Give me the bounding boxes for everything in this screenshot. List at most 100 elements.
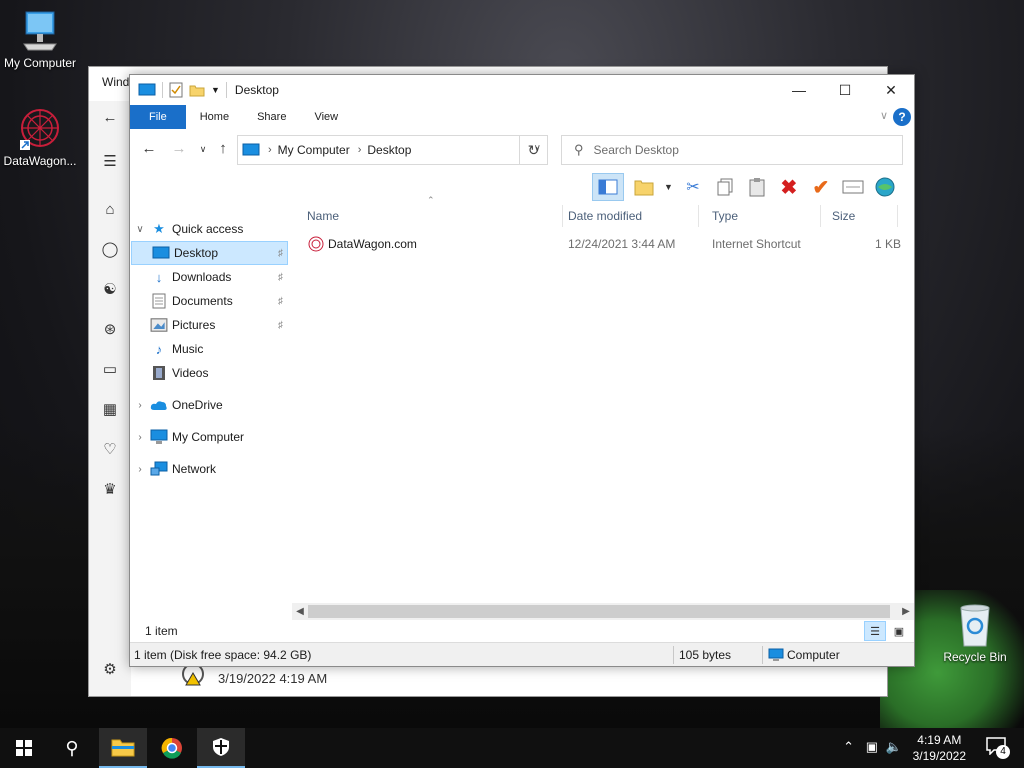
close-button[interactable]: ✕	[868, 75, 914, 105]
nav-quick-access[interactable]: ∨ ★ Quick access	[130, 217, 287, 241]
network-globe-button[interactable]	[873, 175, 897, 199]
address-bar[interactable]: › My Computer › Desktop ∨	[237, 135, 548, 165]
table-row[interactable]: DataWagon.com 12/24/2021 3:44 AM Interne…	[295, 233, 905, 255]
expand-chevron-icon[interactable]: ›	[130, 400, 150, 411]
shield-icon[interactable]: ◯	[101, 241, 119, 259]
up-button[interactable]: ↑	[214, 140, 232, 158]
app-browser-icon[interactable]: ▭	[101, 361, 119, 379]
column-header-type[interactable]: Type	[700, 205, 821, 227]
tab-file[interactable]: File	[130, 105, 186, 129]
desktop-icon-datawagon[interactable]: DataWagon...	[0, 106, 80, 168]
pin-icon[interactable]: ♯	[278, 248, 283, 259]
expand-ribbon-chevron-icon[interactable]: ∨	[880, 109, 888, 122]
tab-share[interactable]: Share	[243, 105, 300, 129]
collapse-chevron-icon[interactable]: ∨	[130, 224, 150, 235]
file-date-modified: 12/24/2021 3:44 AM	[568, 237, 676, 251]
home-icon[interactable]: ⌂	[101, 201, 119, 219]
volume-icon[interactable]: 🔈	[886, 739, 902, 755]
expand-chevron-icon[interactable]: ›	[130, 432, 150, 443]
column-header-date-modified[interactable]: Date modified	[556, 205, 699, 227]
new-folder-icon[interactable]	[189, 83, 205, 97]
breadcrumb-my-computer[interactable]: My Computer	[278, 143, 350, 157]
maximize-button[interactable]: ☐	[822, 75, 868, 105]
nav-pictures[interactable]: Pictures ♯	[130, 313, 287, 337]
breadcrumb-desktop[interactable]: Desktop	[367, 143, 411, 157]
tab-home[interactable]: Home	[186, 105, 243, 129]
nav-onedrive[interactable]: › OneDrive	[130, 393, 287, 417]
rename-button[interactable]: ✔	[809, 175, 833, 199]
scroll-right-icon[interactable]: ▶	[898, 603, 914, 620]
action-center-button[interactable]: 4	[986, 737, 1010, 759]
delete-button[interactable]: ✖	[777, 175, 801, 199]
paste-button[interactable]	[745, 175, 769, 199]
forward-button[interactable]: →	[170, 140, 188, 158]
family-icon[interactable]: ♛	[101, 481, 119, 499]
back-button[interactable]: ←	[140, 140, 158, 158]
pin-icon[interactable]: ♯	[278, 272, 283, 283]
file-explorer-window[interactable]: ▼ Desktop — ☐ ✕ File Home Share View ∨ ?…	[129, 74, 915, 667]
title-bar[interactable]: ▼ Desktop — ☐ ✕	[130, 75, 914, 105]
film-icon	[153, 366, 165, 380]
pin-icon[interactable]: ♯	[278, 320, 283, 331]
properties-icon[interactable]	[169, 82, 183, 98]
search-box[interactable]: ⚲ Search Desktop	[561, 135, 903, 165]
hamburger-menu-icon[interactable]: ☰	[101, 153, 119, 171]
breadcrumb-separator-icon[interactable]: ›	[358, 144, 362, 156]
nav-videos[interactable]: Videos	[130, 361, 287, 385]
horizontal-scrollbar[interactable]: ◀ ▶	[292, 603, 914, 620]
breadcrumb-separator-icon[interactable]: ›	[268, 144, 272, 156]
file-name: DataWagon.com	[328, 237, 417, 251]
cut-button[interactable]: ✂	[681, 175, 705, 199]
recent-locations-chevron-icon[interactable]: ∨	[194, 140, 212, 158]
tab-view[interactable]: View	[300, 105, 352, 129]
show-hidden-icons-chevron-icon[interactable]: ⌃	[843, 739, 854, 755]
preview-pane-button[interactable]	[592, 173, 624, 201]
search-icon: ⚲	[65, 737, 79, 758]
refresh-button[interactable]: ↻	[519, 135, 548, 165]
preview-pane-icon	[598, 179, 618, 195]
taskbar-windows-security[interactable]	[197, 728, 245, 768]
nav-my-computer[interactable]: › My Computer	[130, 425, 287, 449]
pin-icon[interactable]: ♯	[278, 296, 283, 307]
help-icon[interactable]: ?	[893, 108, 911, 126]
taskbar-chrome[interactable]	[148, 728, 196, 768]
copy-button[interactable]	[713, 175, 737, 199]
expand-chevron-icon[interactable]: ›	[130, 464, 150, 475]
column-header-name[interactable]: Name	[295, 205, 563, 227]
heart-icon[interactable]: ♡	[101, 441, 119, 459]
desktop-icon-recycle-bin[interactable]: Recycle Bin	[935, 602, 1015, 664]
laptop-icon[interactable]: ▦	[101, 401, 119, 419]
person-icon[interactable]: ☯	[101, 281, 119, 299]
search-placeholder: Search Desktop	[593, 143, 679, 157]
nav-music[interactable]: ♪ Music	[130, 337, 287, 361]
scrollbar-thumb[interactable]	[308, 605, 890, 618]
start-button[interactable]	[0, 728, 48, 768]
network-icon	[150, 461, 168, 476]
clock-time: 4:19 AM	[917, 733, 962, 747]
nav-desktop[interactable]: Desktop ♯	[131, 241, 288, 265]
network-status-icon[interactable]: ▣	[866, 739, 878, 755]
settings-gear-icon[interactable]: ⚙	[101, 661, 119, 679]
large-icons-view-button[interactable]: ▣	[888, 621, 910, 641]
file-list[interactable]: ⌃ Name Date modified Type Size DataWagon…	[295, 195, 906, 603]
taskbar-file-explorer[interactable]	[99, 728, 147, 768]
nav-downloads[interactable]: ↓ Downloads ♯	[130, 265, 287, 289]
column-header-size[interactable]: Size	[820, 205, 898, 227]
desktop-icon-my-computer[interactable]: My Computer	[0, 10, 80, 70]
pictures-icon	[150, 318, 168, 332]
scissors-icon: ✂	[686, 179, 700, 196]
customize-toolbar-dropdown-icon[interactable]: ▼	[211, 85, 220, 95]
back-arrow-icon[interactable]: ←	[101, 109, 119, 127]
search-button[interactable]: ⚲	[48, 728, 96, 768]
clock[interactable]: 4:19 AM 3/19/2022	[913, 732, 966, 764]
properties-button[interactable]	[841, 175, 865, 199]
scroll-left-icon[interactable]: ◀	[292, 603, 308, 620]
new-item-button[interactable]	[632, 175, 656, 199]
nav-documents[interactable]: Documents ♯	[130, 289, 287, 313]
details-view-button[interactable]: ☰	[864, 621, 886, 641]
minimize-button[interactable]: —	[776, 75, 822, 105]
new-item-dropdown-icon[interactable]: ▼	[664, 182, 673, 192]
datawagon-logo-icon	[20, 109, 59, 150]
wireless-icon[interactable]: ⊛	[101, 321, 119, 339]
nav-network[interactable]: › Network	[130, 457, 287, 481]
